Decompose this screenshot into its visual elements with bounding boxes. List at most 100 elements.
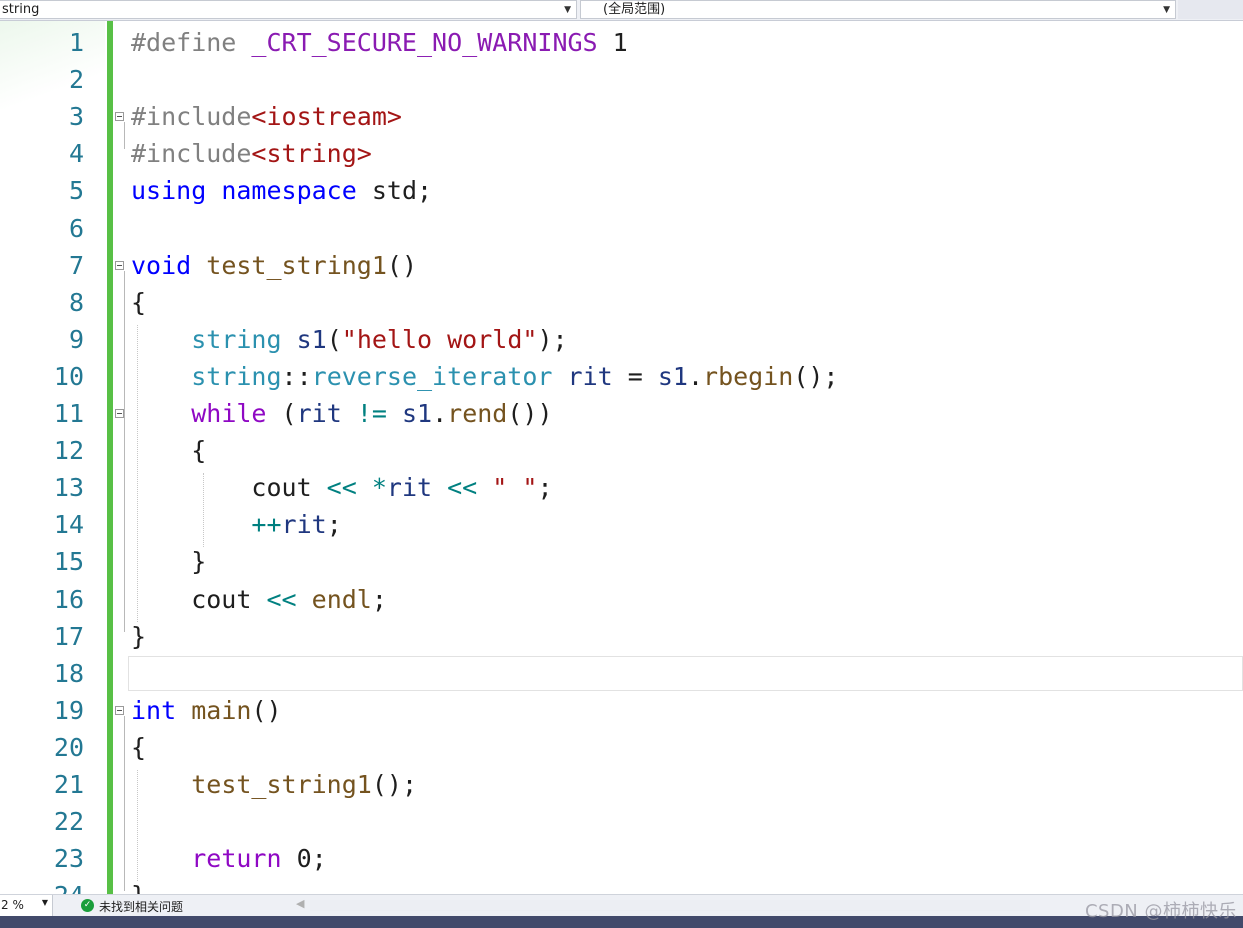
code-token: test_string1: [191, 770, 372, 799]
file-scope-dropdown[interactable]: string ▼: [0, 0, 577, 19]
code-token: namespace: [221, 176, 357, 206]
code-token: }: [131, 547, 207, 577]
code-token: <<: [447, 473, 478, 503]
code-line[interactable]: }: [131, 543, 206, 580]
code-line[interactable]: int main(): [131, 692, 282, 729]
code-token: main: [191, 695, 252, 725]
navigation-bar: string ▼ (全局范围) ▼: [0, 0, 1243, 21]
line-number: 3: [68, 102, 84, 132]
code-token: =: [612, 361, 658, 391]
indent-guide: [137, 770, 138, 882]
code-line[interactable]: using namespace std;: [131, 172, 432, 209]
code-token: rit: [386, 473, 433, 503]
code-token: while: [191, 399, 267, 428]
collapse-icon[interactable]: [115, 260, 124, 270]
code-line[interactable]: ++rit;: [131, 506, 341, 543]
code-token: " ": [492, 473, 538, 503]
line-number: 21: [53, 770, 84, 799]
file-scope-label: string: [2, 2, 40, 17]
code-token: }: [131, 621, 147, 651]
code-token: test_string1: [206, 250, 387, 280]
code-token: cout: [131, 584, 267, 614]
zoom-dropdown[interactable]: 2 % ▼: [0, 895, 53, 916]
code-token: string: [191, 361, 282, 391]
collapse-icon[interactable]: [115, 705, 124, 715]
line-number: 7: [68, 250, 84, 280]
code-line[interactable]: #define _CRT_SECURE_NO_WARNINGS 1: [131, 24, 628, 61]
scroll-left-icon[interactable]: ◀: [296, 897, 304, 910]
line-number: 10: [53, 361, 84, 391]
code-line[interactable]: while (rit != s1.rend()): [131, 395, 553, 432]
code-line[interactable]: #include<iostream>: [131, 98, 402, 135]
code-token: <<: [326, 473, 357, 503]
line-number: 9: [68, 324, 84, 354]
line-number: 14: [53, 510, 84, 540]
code-token: ;: [537, 473, 553, 503]
code-token: (: [266, 399, 297, 428]
code-token: .: [432, 399, 448, 428]
horizontal-scrollbar[interactable]: [310, 900, 1030, 911]
code-token: "hello world": [341, 324, 538, 354]
code-token: ();: [371, 770, 417, 799]
code-line[interactable]: cout << *rit << " ";: [131, 469, 553, 506]
code-token: using: [131, 176, 207, 206]
code-line[interactable]: {: [131, 432, 206, 469]
code-token: ()): [507, 399, 553, 428]
member-dropdown[interactable]: [1178, 0, 1243, 19]
line-number: 18: [53, 658, 84, 688]
code-token: }: [131, 881, 146, 894]
code-token: <iostream>: [251, 102, 402, 132]
line-number: 16: [53, 584, 84, 614]
code-line[interactable]: string s1("hello world");: [131, 321, 567, 358]
code-line[interactable]: {: [131, 284, 146, 321]
line-number: 1: [68, 28, 84, 57]
code-token: (): [251, 695, 282, 725]
watermark: CSDN @柿柿快乐: [1084, 901, 1237, 922]
code-line[interactable]: {: [131, 729, 146, 766]
code-line[interactable]: }: [131, 877, 146, 894]
code-token: string: [191, 324, 282, 354]
code-token: (): [386, 250, 418, 280]
line-number: 6: [68, 213, 84, 243]
issues-status[interactable]: 未找到相关问题: [99, 898, 183, 915]
code-token: .: [687, 361, 704, 391]
line-number: 12: [53, 436, 84, 466]
code-editor[interactable]: 1 #define _CRT_SECURE_NO_WARNINGS 1 2 3 #inc…: [0, 21, 1243, 894]
code-token: s1: [401, 399, 433, 428]
zoom-level: 2 %: [1, 898, 24, 912]
line-number: 2: [68, 65, 84, 95]
current-line-highlight: [128, 655, 1243, 691]
collapse-icon[interactable]: [115, 112, 124, 122]
code-token: <<: [266, 584, 297, 614]
status-bar: 2 % ▼ ✓ 未找到相关问题 ◀: [0, 894, 1243, 917]
code-line[interactable]: string::reverse_iterator rit = s1.rbegin…: [131, 358, 838, 395]
line-number: 19: [53, 695, 84, 725]
code-line[interactable]: void test_string1(): [131, 247, 417, 284]
code-line[interactable]: test_string1();: [131, 766, 417, 803]
global-scope-dropdown[interactable]: (全局范围) ▼: [580, 0, 1176, 19]
code-token: reverse_iterator: [311, 361, 553, 391]
code-line[interactable]: cout << endl;: [131, 581, 387, 618]
code-line[interactable]: return 0;: [131, 840, 326, 877]
code-token: rit: [281, 510, 327, 540]
code-token: _CRT_SECURE_NO_WARNINGS: [251, 28, 598, 57]
code-line[interactable]: }: [131, 618, 146, 655]
code-line[interactable]: #include<string>: [131, 135, 372, 172]
change-tracking-bar: [107, 21, 113, 894]
code-token: 1: [597, 28, 628, 57]
indent-guide: [137, 324, 138, 622]
check-circle-icon[interactable]: ✓: [81, 899, 94, 912]
collapse-icon[interactable]: [115, 409, 124, 418]
code-token: #include: [131, 102, 252, 132]
